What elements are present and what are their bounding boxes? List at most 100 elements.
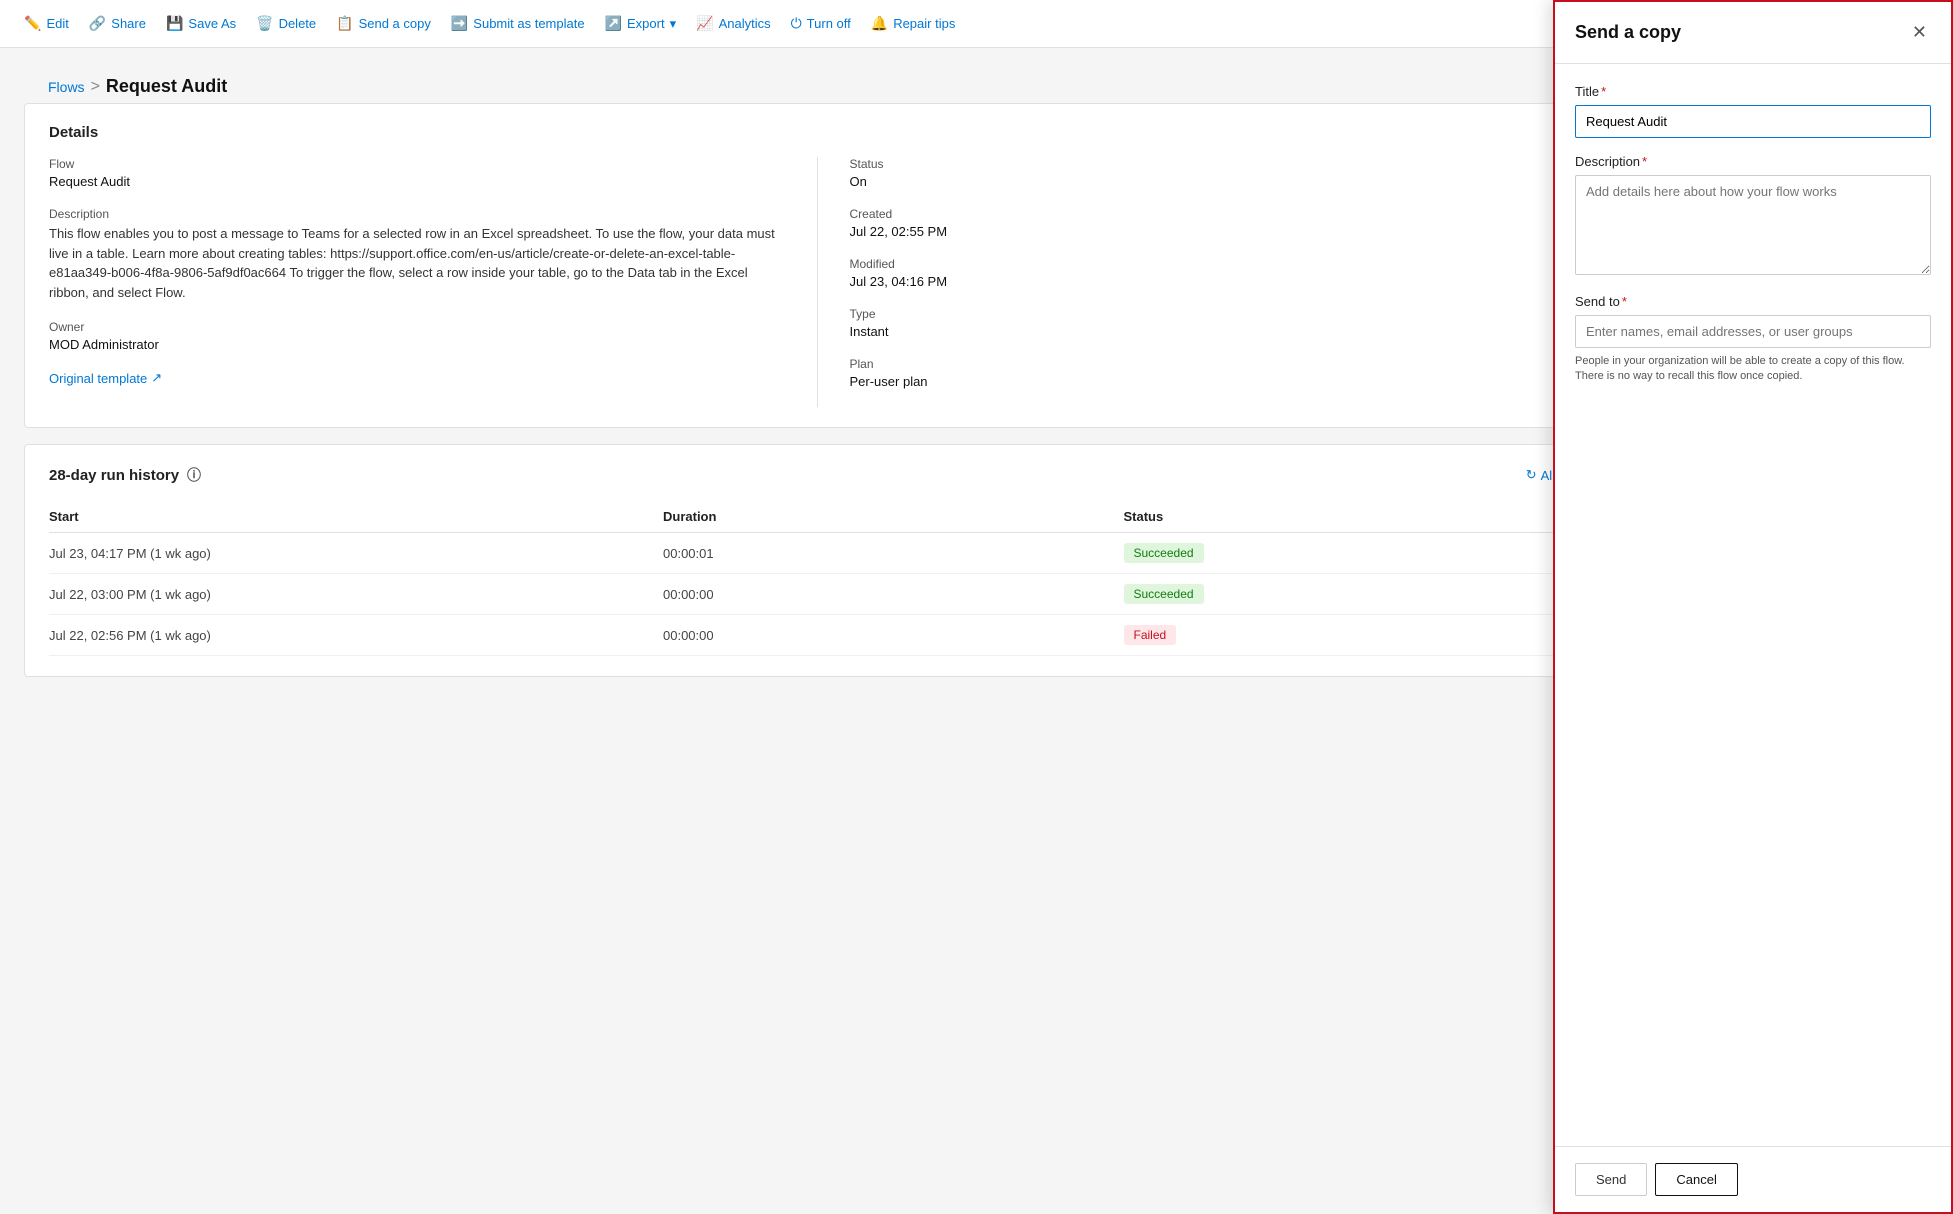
toolbar-submit-template[interactable]: ➡️ Submit as template [443, 11, 593, 36]
owner-field: Owner MOD Administrator [49, 320, 785, 352]
run-history-title: 28-day run history ⓘ [49, 465, 201, 485]
send-copy-panel: Send a copy ✕ Title * Description * Send… [1553, 0, 1953, 1214]
share-icon: 🔗 [89, 15, 106, 32]
description-field: Description This flow enables you to pos… [49, 207, 785, 302]
modified-value: Jul 23, 04:16 PM [850, 274, 1585, 289]
original-template-link[interactable]: Original template ↗ [49, 370, 785, 386]
plan-value: Per-user plan [850, 374, 1585, 389]
refresh-icon: ↻ [1526, 467, 1537, 483]
title-label: Title * [1575, 84, 1931, 99]
run-history-table: Start Duration Status Jul 23, 04:17 PM (… [49, 501, 1584, 656]
description-label: Description * [1575, 154, 1931, 169]
status-field: Status On [850, 157, 1585, 189]
details-grid: Flow Request Audit Description This flow… [49, 157, 1584, 407]
modified-field: Modified Jul 23, 04:16 PM [850, 257, 1585, 289]
table-row[interactable]: Jul 22, 02:56 PM (1 wk ago) 00:00:00 Fai… [49, 615, 1584, 656]
toolbar-edit[interactable]: ✏️ Edit [16, 11, 77, 36]
edit-icon: ✏️ [24, 15, 41, 32]
type-label: Type [850, 307, 1585, 321]
run-start: Jul 22, 03:00 PM (1 wk ago) [49, 574, 663, 615]
toolbar-share[interactable]: 🔗 Share [81, 11, 154, 36]
description-field: Description * [1575, 154, 1931, 278]
run-status: Succeeded [1124, 574, 1585, 615]
panel-header: Send a copy ✕ [1555, 2, 1951, 64]
send-to-input[interactable] [1575, 315, 1931, 348]
submit-template-icon: ➡️ [451, 15, 468, 32]
run-duration: 00:00:01 [663, 533, 1124, 574]
details-left: Flow Request Audit Description This flow… [49, 157, 817, 407]
description-value: This flow enables you to post a message … [49, 224, 785, 302]
title-required: * [1601, 84, 1606, 99]
col-header-status: Status [1124, 501, 1585, 533]
info-icon[interactable]: ⓘ [187, 465, 201, 485]
details-right: Status On Created Jul 22, 02:55 PM Modif… [817, 157, 1585, 407]
delete-icon: 🗑️ [256, 15, 273, 32]
save-as-icon: 💾 [166, 15, 183, 32]
title-field: Title * [1575, 84, 1931, 138]
toolbar-save-as[interactable]: 💾 Save As [158, 11, 244, 36]
details-card-header: Details Edit [49, 124, 1584, 141]
cancel-button[interactable]: Cancel [1655, 1163, 1737, 1196]
panel-title: Send a copy [1575, 22, 1681, 43]
export-icon: ↗️ [605, 15, 622, 32]
type-field: Type Instant [850, 307, 1585, 339]
status-badge: Succeeded [1124, 584, 1204, 604]
created-label: Created [850, 207, 1585, 221]
flow-field: Flow Request Audit [49, 157, 785, 189]
toolbar-export[interactable]: ↗️ Export ▾ [597, 11, 685, 36]
breadcrumb-separator: > [91, 78, 100, 96]
toolbar-turn-off[interactable]: ⏻ Turn off [783, 11, 859, 36]
left-content: Flows > Request Audit Details Edit Flow … [0, 48, 1633, 1214]
turn-off-icon: ⏻ [791, 15, 802, 32]
run-status: Failed [1124, 615, 1585, 656]
panel-close-button[interactable]: ✕ [1908, 18, 1931, 47]
send-to-label: Send to * [1575, 294, 1931, 309]
run-start: Jul 22, 02:56 PM (1 wk ago) [49, 615, 663, 656]
breadcrumb-current: Request Audit [106, 76, 227, 97]
external-link-icon: ↗ [151, 370, 162, 386]
run-start: Jul 23, 04:17 PM (1 wk ago) [49, 533, 663, 574]
col-header-start: Start [49, 501, 663, 533]
flow-label: Flow [49, 157, 785, 171]
created-field: Created Jul 22, 02:55 PM [850, 207, 1585, 239]
table-row[interactable]: Jul 22, 03:00 PM (1 wk ago) 00:00:00 Suc… [49, 574, 1584, 615]
panel-body: Title * Description * Send to * People i… [1555, 64, 1951, 1146]
run-history-card: 28-day run history ⓘ ↻ All runs Start Du… [24, 444, 1609, 677]
title-input[interactable] [1575, 105, 1931, 138]
description-label: Description [49, 207, 785, 221]
details-card: Details Edit Flow Request Audit Descript… [24, 103, 1609, 428]
run-history-header: 28-day run history ⓘ ↻ All runs [49, 465, 1584, 485]
run-duration: 00:00:00 [663, 615, 1124, 656]
plan-label: Plan [850, 357, 1585, 371]
owner-label: Owner [49, 320, 785, 334]
plan-field: Plan Per-user plan [850, 357, 1585, 389]
send-to-hint: People in your organization will be able… [1575, 354, 1931, 385]
details-title: Details [49, 124, 98, 141]
run-duration: 00:00:00 [663, 574, 1124, 615]
owner-value: MOD Administrator [49, 337, 785, 352]
type-value: Instant [850, 324, 1585, 339]
col-header-duration: Duration [663, 501, 1124, 533]
run-status: Succeeded [1124, 533, 1585, 574]
breadcrumb-flows-link[interactable]: Flows [48, 79, 85, 95]
send-copy-icon: 📋 [336, 15, 353, 32]
toolbar-send-copy[interactable]: 📋 Send a copy [328, 11, 439, 36]
status-badge: Failed [1124, 625, 1177, 645]
created-value: Jul 22, 02:55 PM [850, 224, 1585, 239]
description-required: * [1642, 154, 1647, 169]
status-value: On [850, 174, 1585, 189]
toolbar-delete[interactable]: 🗑️ Delete [248, 11, 324, 36]
status-badge: Succeeded [1124, 543, 1204, 563]
flow-value: Request Audit [49, 174, 785, 189]
send-to-required: * [1622, 294, 1627, 309]
panel-footer: Send Cancel [1555, 1146, 1951, 1212]
toolbar-repair-tips[interactable]: 🔔 Repair tips [863, 11, 964, 36]
description-textarea[interactable] [1575, 175, 1931, 275]
send-button[interactable]: Send [1575, 1163, 1647, 1196]
analytics-icon: 📈 [696, 15, 713, 32]
modified-label: Modified [850, 257, 1585, 271]
table-row[interactable]: Jul 23, 04:17 PM (1 wk ago) 00:00:01 Suc… [49, 533, 1584, 574]
breadcrumb: Flows > Request Audit [24, 64, 1609, 103]
toolbar-analytics[interactable]: 📈 Analytics [688, 11, 778, 36]
send-to-field: Send to * People in your organization wi… [1575, 294, 1931, 385]
